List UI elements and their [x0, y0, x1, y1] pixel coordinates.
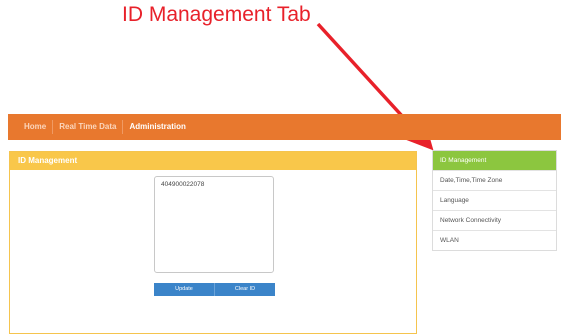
clear-id-button[interactable]: Clear ID	[214, 283, 275, 296]
side-item-wlan[interactable]: WLAN	[433, 230, 556, 250]
page: ID Management Tab Home Real Time Data Ad…	[0, 0, 563, 334]
side-item-language[interactable]: Language	[433, 190, 556, 210]
side-item-id-management[interactable]: ID Management	[433, 151, 556, 170]
admin-side-menu: ID Management Date,Time,Time Zone Langua…	[432, 150, 557, 251]
id-textarea[interactable]: 404900022078	[154, 176, 274, 273]
top-navbar: Home Real Time Data Administration	[8, 114, 561, 140]
side-item-date-time[interactable]: Date,Time,Time Zone	[433, 170, 556, 190]
annotation-label: ID Management Tab	[122, 3, 311, 26]
nav-real-time-data[interactable]: Real Time Data	[53, 114, 122, 140]
nav-administration[interactable]: Administration	[123, 114, 191, 140]
panel-title: ID Management	[10, 152, 416, 170]
nav-home[interactable]: Home	[18, 114, 52, 140]
update-button[interactable]: Update	[154, 283, 214, 296]
id-button-group: Update Clear ID	[154, 283, 275, 296]
side-item-network-connectivity[interactable]: Network Connectivity	[433, 210, 556, 230]
id-management-panel: ID Management 404900022078 Update Clear …	[9, 151, 417, 334]
